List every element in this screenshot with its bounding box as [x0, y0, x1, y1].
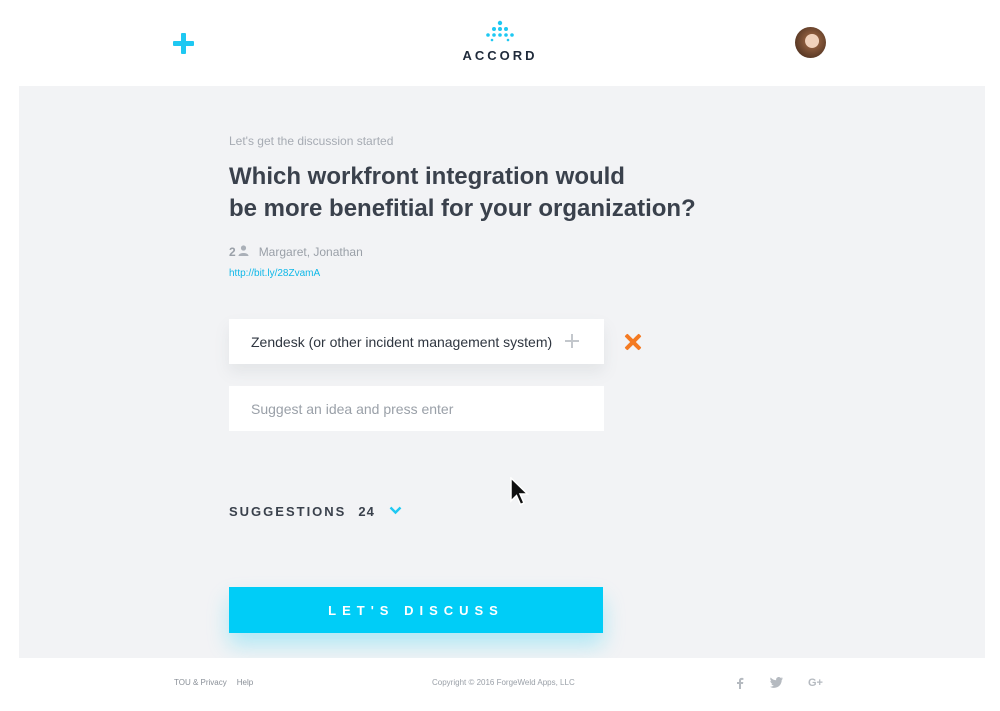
participant-count: 2	[229, 245, 236, 259]
suggestions-count: 24	[358, 503, 375, 519]
mouse-cursor-icon	[509, 476, 531, 512]
footer-links: TOU & Privacy Help	[174, 678, 253, 687]
footer: TOU & Privacy Help Copyright © 2016 Forg…	[0, 658, 1000, 711]
discussion-intro: Let's get the discussion started	[229, 134, 394, 148]
logo-dots-icon	[486, 20, 514, 42]
chevron-down-icon	[389, 502, 402, 520]
discussion-question: Which workfront integration would be mor…	[229, 161, 749, 225]
person-icon	[238, 245, 249, 259]
facebook-icon[interactable]	[736, 677, 744, 692]
suggest-idea-input[interactable]	[229, 386, 604, 431]
user-avatar[interactable]	[795, 27, 826, 58]
participant-names: Margaret, Jonathan	[258, 245, 363, 259]
question-line-2: be more benefitial for your organization…	[229, 195, 696, 222]
logo[interactable]: ACCORD	[460, 20, 540, 70]
plus-icon[interactable]	[565, 334, 579, 348]
header: ACCORD	[0, 0, 1000, 86]
share-link[interactable]: http://bit.ly/28ZvamA	[229, 268, 320, 279]
suggestions-label: SUGGESTIONS	[229, 503, 347, 519]
copyright: Copyright © 2016 ForgeWeld Apps, LLC	[432, 678, 575, 687]
suggestions-toggle[interactable]: SUGGESTIONS 24	[229, 502, 402, 520]
new-discussion-button[interactable]	[171, 31, 197, 57]
close-icon[interactable]	[622, 331, 644, 353]
twitter-icon[interactable]	[770, 677, 783, 691]
question-line-1: Which workfront integration would	[229, 163, 625, 190]
lets-discuss-button[interactable]: LET'S DISCUSS	[229, 587, 603, 633]
logo-text: ACCORD	[462, 48, 538, 63]
idea-text: Zendesk (or other incident management sy…	[251, 334, 553, 350]
google-plus-icon[interactable]: G+	[808, 677, 823, 689]
idea-card: Zendesk (or other incident management sy…	[229, 319, 604, 364]
participants-row: 2 Margaret, Jonathan	[229, 245, 363, 259]
footer-link-tou[interactable]: TOU & Privacy	[174, 678, 227, 687]
footer-link-help[interactable]: Help	[237, 678, 253, 687]
